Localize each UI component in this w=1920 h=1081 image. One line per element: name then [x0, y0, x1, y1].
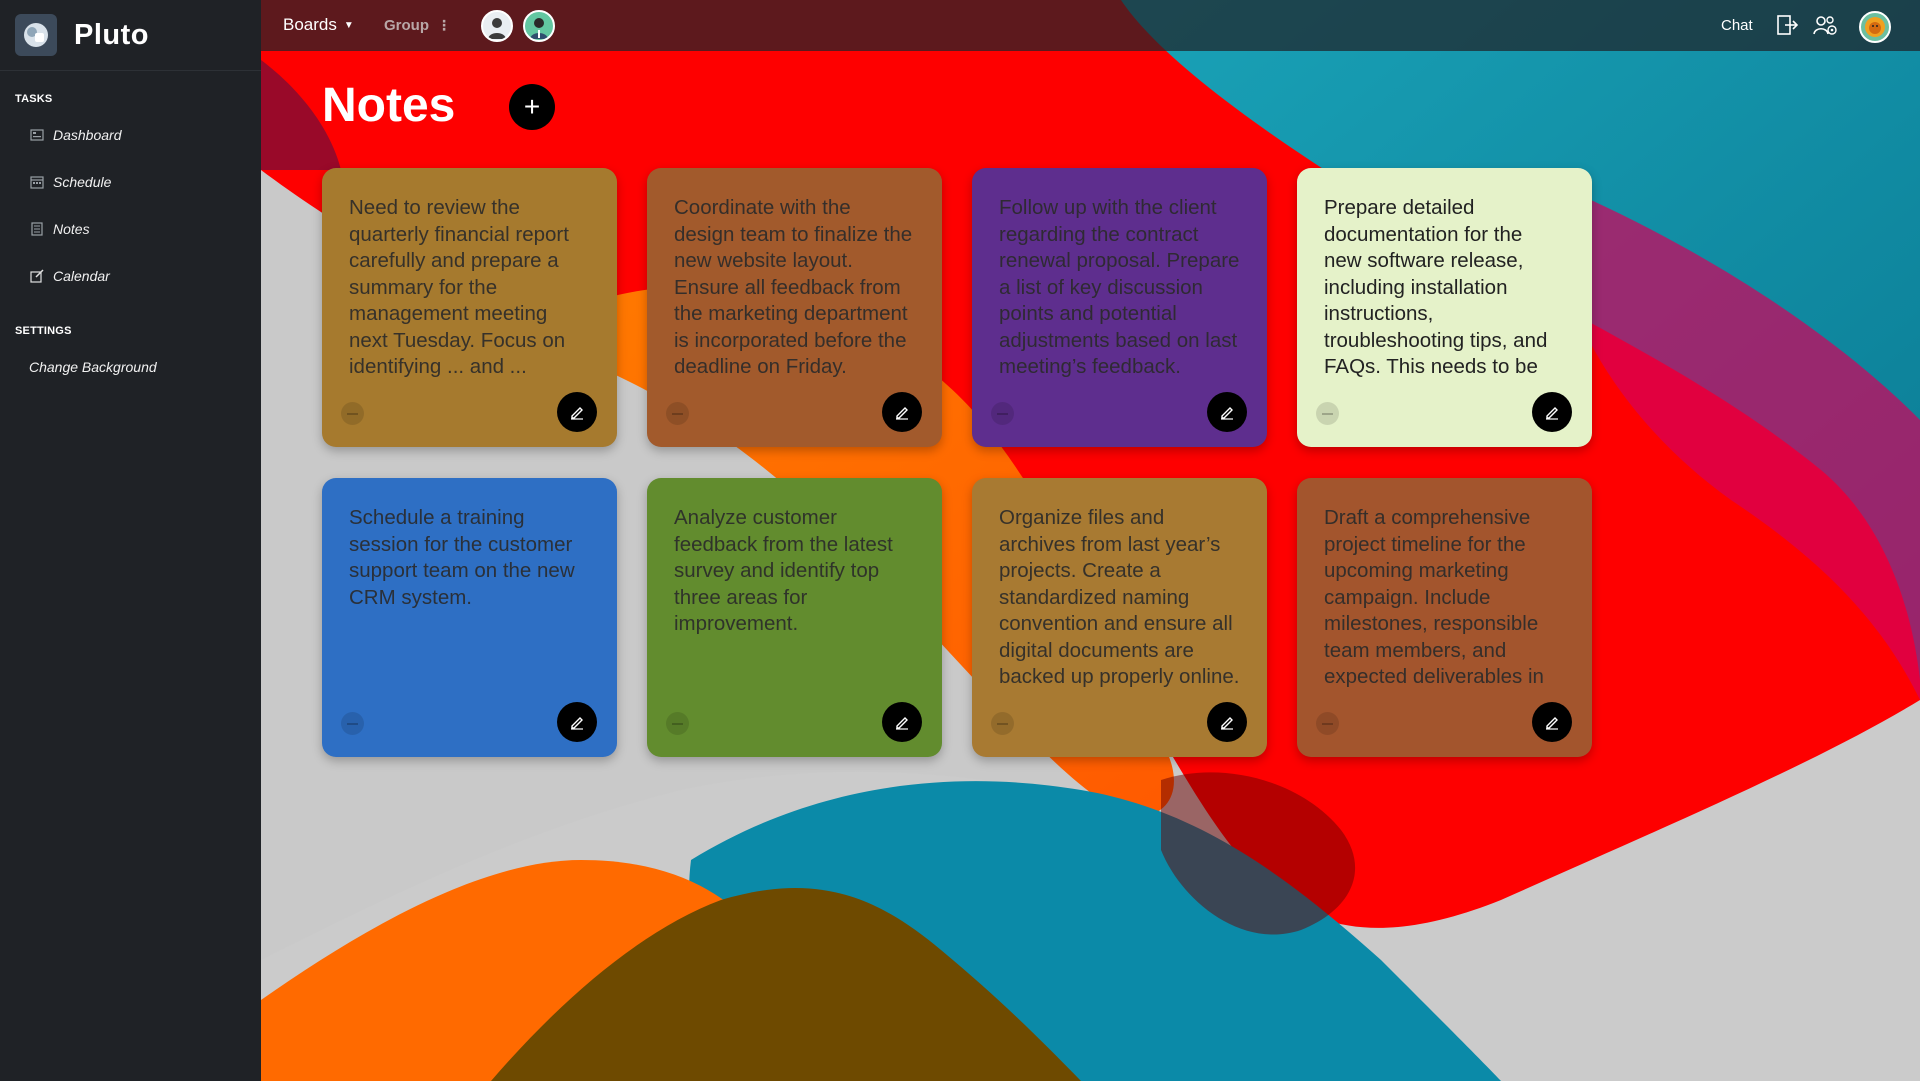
sidebar-item-label: Schedule	[53, 173, 112, 190]
sidebar-item-label: Calendar	[53, 267, 110, 284]
note-text: Schedule a training session for the cust…	[349, 506, 575, 609]
add-note-button[interactable]: +	[509, 84, 555, 130]
calendar-edit-icon	[29, 268, 44, 283]
pluto-logo-icon	[15, 14, 57, 56]
member-avatar[interactable]	[523, 10, 555, 42]
main-content: Boards ▼ Group ⋮ Chat Notes + Need to re…	[261, 0, 1920, 1081]
sidebar-item-schedule[interactable]: Schedule	[0, 158, 261, 205]
minus-icon	[347, 412, 358, 415]
sidebar: Pluto TASKS Dashboard Schedule Notes Cal…	[0, 0, 261, 1081]
minus-icon	[1322, 412, 1333, 415]
logout-icon[interactable]	[1775, 13, 1801, 39]
schedule-icon	[29, 174, 44, 189]
note-text: Prepare detailed documentation for the n…	[1324, 196, 1548, 383]
app-root: Pluto TASKS Dashboard Schedule Notes Cal…	[0, 0, 1920, 1081]
edit-note-button[interactable]	[557, 392, 597, 432]
note-collapse-toggle[interactable]	[666, 402, 689, 425]
note-collapse-toggle[interactable]	[341, 712, 364, 735]
app-name: Pluto	[74, 18, 149, 51]
chat-link[interactable]: Chat	[1721, 17, 1753, 34]
edit-note-button[interactable]	[1532, 702, 1572, 742]
note-text: Analyze customer feedback from the lates…	[674, 506, 893, 635]
note-collapse-toggle[interactable]	[991, 402, 1014, 425]
notes-icon	[29, 221, 44, 236]
edit-note-button[interactable]	[1207, 392, 1247, 432]
group-label: Group	[384, 17, 429, 34]
note-card[interactable]: Analyze customer feedback from the lates…	[647, 478, 942, 757]
sidebar-item-label: Dashboard	[53, 126, 122, 143]
sidebar-item-dashboard[interactable]: Dashboard	[0, 111, 261, 158]
minus-icon	[997, 722, 1008, 725]
note-text: Organize files and archives from last ye…	[999, 506, 1240, 688]
pencil-icon	[1221, 407, 1233, 420]
pencil-icon	[1546, 717, 1558, 730]
note-card[interactable]: Follow up with the client regarding the …	[972, 168, 1267, 447]
sidebar-item-calendar[interactable]: Calendar	[0, 252, 261, 299]
more-vertical-icon: ⋮	[437, 17, 451, 33]
boards-dropdown[interactable]: Boards ▼	[283, 15, 354, 35]
brand[interactable]: Pluto	[0, 0, 261, 71]
note-collapse-toggle[interactable]	[341, 402, 364, 425]
note-card[interactable]: Coordinate with the design team to final…	[647, 168, 942, 447]
pencil-icon	[896, 717, 908, 730]
people-settings-icon[interactable]	[1813, 13, 1839, 39]
pencil-icon	[1221, 717, 1233, 730]
minus-icon	[1322, 722, 1333, 725]
edit-note-button[interactable]	[557, 702, 597, 742]
sidebar-item-change-background[interactable]: Change Background	[0, 343, 261, 390]
boards-label: Boards	[283, 15, 337, 34]
top-bar: Boards ▼ Group ⋮ Chat	[261, 0, 1920, 51]
plus-icon: +	[523, 91, 541, 122]
note-card[interactable]: Prepare detailed documentation for the n…	[1297, 168, 1592, 447]
note-text: Need to review the quarterly financial r…	[349, 196, 569, 378]
note-card[interactable]: Organize files and archives from last ye…	[972, 478, 1267, 757]
minus-icon	[672, 412, 683, 415]
pencil-icon	[571, 717, 583, 730]
edit-note-button[interactable]	[1532, 392, 1572, 432]
minus-icon	[672, 722, 683, 725]
tasks-nav: Dashboard Schedule Notes Calendar	[0, 111, 261, 299]
section-title-settings: SETTINGS	[15, 325, 72, 337]
user-avatar[interactable]	[1859, 11, 1891, 43]
note-collapse-toggle[interactable]	[666, 712, 689, 735]
sidebar-item-notes[interactable]: Notes	[0, 205, 261, 252]
page-title: Notes	[322, 79, 456, 132]
note-card[interactable]: Schedule a training session for the cust…	[322, 478, 617, 757]
note-card[interactable]: Draft a comprehensive project timeline f…	[1297, 478, 1592, 757]
member-avatar[interactable]	[481, 10, 513, 42]
caret-down-icon: ▼	[343, 19, 354, 31]
edit-note-button[interactable]	[882, 702, 922, 742]
group-menu[interactable]: Group ⋮	[384, 17, 451, 34]
pencil-icon	[571, 407, 583, 420]
note-text: Draft a comprehensive project timeline f…	[1324, 506, 1544, 693]
note-card[interactable]: Need to review the quarterly financial r…	[322, 168, 617, 447]
pencil-icon	[896, 407, 908, 420]
settings-nav: Change Background	[0, 343, 261, 390]
note-collapse-toggle[interactable]	[1316, 712, 1339, 735]
note-text: Coordinate with the design team to final…	[674, 196, 913, 378]
sidebar-item-label: Notes	[53, 220, 90, 237]
note-collapse-toggle[interactable]	[991, 712, 1014, 735]
sidebar-item-label: Change Background	[29, 358, 157, 375]
edit-note-button[interactable]	[1207, 702, 1247, 742]
note-text: Follow up with the client regarding the …	[999, 196, 1240, 378]
section-title-tasks: TASKS	[15, 93, 53, 105]
notes-grid: Need to review the quarterly financial r…	[322, 168, 1592, 757]
dashboard-icon	[29, 127, 44, 142]
minus-icon	[347, 722, 358, 725]
edit-note-button[interactable]	[882, 392, 922, 432]
minus-icon	[997, 412, 1008, 415]
note-collapse-toggle[interactable]	[1316, 402, 1339, 425]
pencil-icon	[1546, 407, 1558, 420]
